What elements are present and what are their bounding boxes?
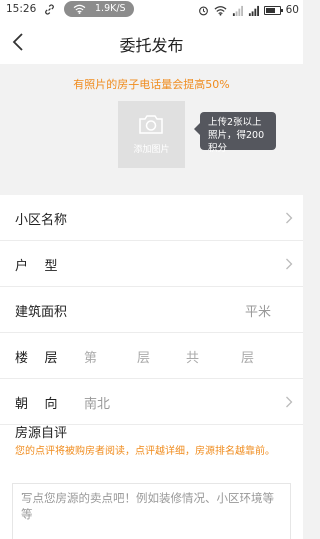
area-row[interactable]: 建筑面积 平米	[0, 287, 303, 333]
photo-bonus-tooltip: 上传2张以上照片，得200积分	[194, 112, 276, 154]
community-label: 小区名称	[15, 213, 68, 228]
orientation-value: 南北	[84, 397, 111, 412]
alarm-icon	[198, 6, 208, 15]
description-textarea[interactable]: 写点您房源的卖点吧！例如装修情况、小区环境等等	[12, 483, 291, 539]
orientation-label: 朝 向	[15, 397, 58, 412]
community-row[interactable]: 小区名称	[0, 195, 303, 241]
layout-row[interactable]: 户 型	[0, 241, 303, 287]
area-unit: 平米	[244, 305, 271, 320]
floor-di-label: 第	[84, 351, 98, 366]
layout-label: 户 型	[15, 259, 58, 274]
network-speed-pill: 1.9K/S	[64, 1, 134, 17]
wifi-icon	[214, 5, 227, 16]
photo-tip: 有照片的房子电话量会提高50%	[73, 78, 230, 91]
orientation-row[interactable]: 朝 向 南北	[0, 379, 303, 425]
chevron-right-icon	[286, 258, 293, 270]
add-photo-button[interactable]: 添加图片	[118, 101, 185, 168]
signal-icon	[248, 5, 259, 16]
total-floor-gong-label: 共	[186, 351, 200, 366]
floor-ceng-label: 层	[137, 351, 151, 366]
nav-bar: 委托发布	[0, 20, 303, 64]
add-photo-label: 添加图片	[133, 145, 170, 155]
signal-weak-icon	[232, 5, 243, 16]
listing-form: 小区名称 户 型 建筑面积 平米 楼 层 第 层 共 层 朝 向 南北 房源自评…	[0, 195, 303, 539]
status-icons: 60	[198, 3, 299, 17]
link-icon	[45, 4, 54, 15]
chevron-right-icon	[286, 396, 293, 408]
description-hint: 您的点评将被购房者阅读，点评越详细，房源排名越靠前。	[15, 446, 275, 457]
status-time: 15:26	[6, 3, 37, 15]
description-label: 房源自评	[15, 426, 68, 441]
status-bar: 15:26 1.9K/S 60	[0, 0, 303, 20]
battery-level: 60	[285, 4, 299, 16]
total-floor-ceng-label: 层	[241, 351, 255, 366]
chevron-right-icon	[286, 212, 293, 224]
page-title: 委托发布	[119, 36, 184, 55]
camera-icon	[139, 115, 163, 134]
floor-row[interactable]: 楼 层 第 层 共 层	[0, 333, 303, 379]
floor-label: 楼 层	[15, 351, 58, 366]
battery-icon	[263, 5, 283, 15]
wifi-icon	[73, 4, 86, 14]
network-speed: 1.9K/S	[95, 3, 126, 14]
area-label: 建筑面积	[15, 305, 68, 320]
